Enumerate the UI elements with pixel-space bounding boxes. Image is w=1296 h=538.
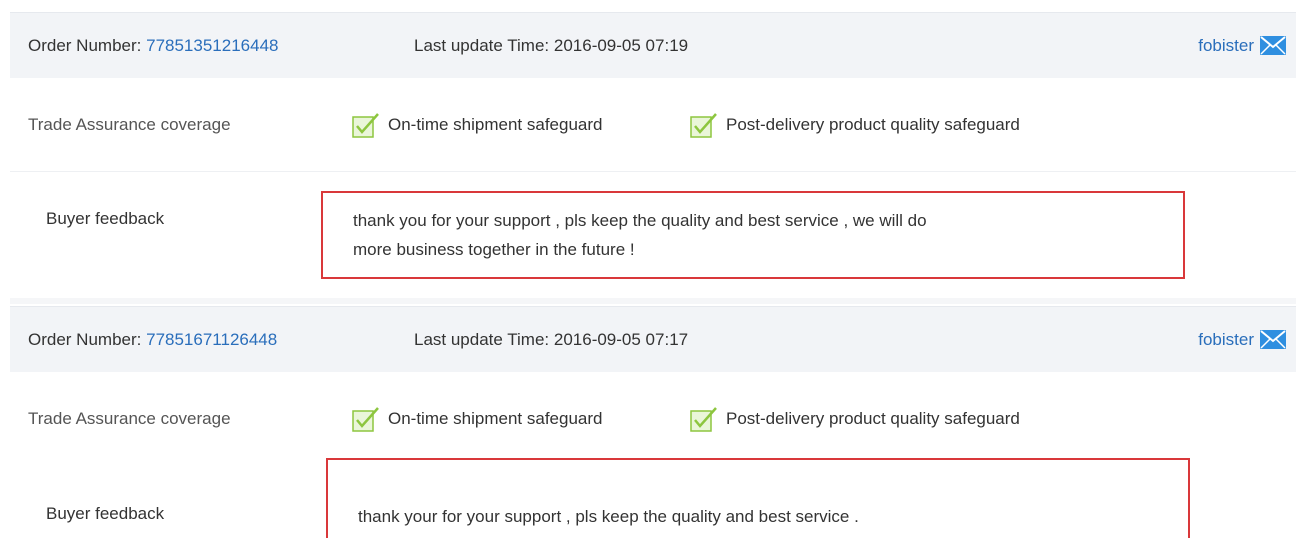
buyer-feedback-row: Buyer feedback thank your for your suppo… — [10, 458, 1296, 538]
order-number-field: Order Number: 77851351216448 — [28, 36, 278, 56]
safeguard-quality: Post-delivery product quality safeguard — [690, 112, 1020, 138]
feedback-line: thank you for your support , pls keep th… — [353, 211, 927, 230]
order-number-link[interactable]: 77851671126448 — [146, 330, 277, 349]
safeguard-label: Post-delivery product quality safeguard — [726, 114, 1020, 134]
feedback-line: thank your for your support , pls keep t… — [358, 507, 859, 526]
feedback-highlight-box: thank your for your support , pls keep t… — [326, 458, 1190, 538]
order-list-page: Order Number: 77851351216448 Last update… — [0, 0, 1296, 538]
last-update-label: Last update Time: — [414, 35, 550, 55]
seller-contact[interactable]: fobister — [1198, 36, 1286, 56]
safeguard-ontime: On-time shipment safeguard — [352, 406, 603, 432]
last-update-field: Last update Time: 2016-09-05 07:19 — [414, 36, 688, 56]
green-check-box-icon — [352, 406, 379, 432]
last-update-label: Last update Time: — [414, 329, 550, 349]
safeguard-quality: Post-delivery product quality safeguard — [690, 406, 1020, 432]
envelope-icon[interactable] — [1260, 36, 1286, 55]
feedback-label: Buyer feedback — [46, 209, 165, 228]
feedback-highlight-box: thank you for your support , pls keep th… — [321, 191, 1185, 279]
order-divider — [10, 298, 1296, 304]
safeguard-label: Post-delivery product quality safeguard — [726, 408, 1020, 428]
order-number-link[interactable]: 77851351216448 — [146, 36, 278, 55]
seller-contact[interactable]: fobister — [1198, 330, 1286, 350]
safeguard-label: On-time shipment safeguard — [388, 408, 603, 428]
last-update-field: Last update Time: 2016-09-05 07:17 — [414, 330, 688, 350]
coverage-label: Trade Assurance coverage — [28, 408, 231, 428]
safeguard-ontime: On-time shipment safeguard — [352, 112, 603, 138]
seller-name-link[interactable]: fobister — [1198, 36, 1254, 56]
trade-assurance-row: Trade Assurance coverage On-time shipmen… — [10, 372, 1296, 466]
order-header: Order Number: 77851671126448 Last update… — [10, 306, 1296, 372]
feedback-line: more business together in the future ! — [353, 240, 635, 259]
buyer-feedback-row: Buyer feedback thank you for your suppor… — [10, 172, 1296, 296]
last-update-time: 2016-09-05 07:17 — [553, 329, 689, 349]
green-check-box-icon — [690, 112, 717, 138]
order-number-label: Order Number: — [28, 35, 142, 55]
feedback-text: thank your for your support , pls keep t… — [358, 502, 1078, 531]
feedback-label: Buyer feedback — [46, 504, 165, 523]
coverage-label: Trade Assurance coverage — [28, 114, 231, 134]
green-check-box-icon — [352, 112, 379, 138]
seller-name-link[interactable]: fobister — [1198, 330, 1254, 350]
order-number-label: Order Number: — [28, 329, 142, 349]
green-check-box-icon — [690, 406, 717, 432]
last-update-time: 2016-09-05 07:19 — [553, 35, 689, 55]
trade-assurance-row: Trade Assurance coverage On-time shipmen… — [10, 78, 1296, 172]
envelope-icon[interactable] — [1260, 330, 1286, 349]
order-header: Order Number: 77851351216448 Last update… — [10, 12, 1296, 78]
order-number-field: Order Number: 77851671126448 — [28, 330, 277, 350]
feedback-text: thank you for your support , pls keep th… — [353, 206, 1073, 264]
safeguard-label: On-time shipment safeguard — [388, 114, 603, 134]
